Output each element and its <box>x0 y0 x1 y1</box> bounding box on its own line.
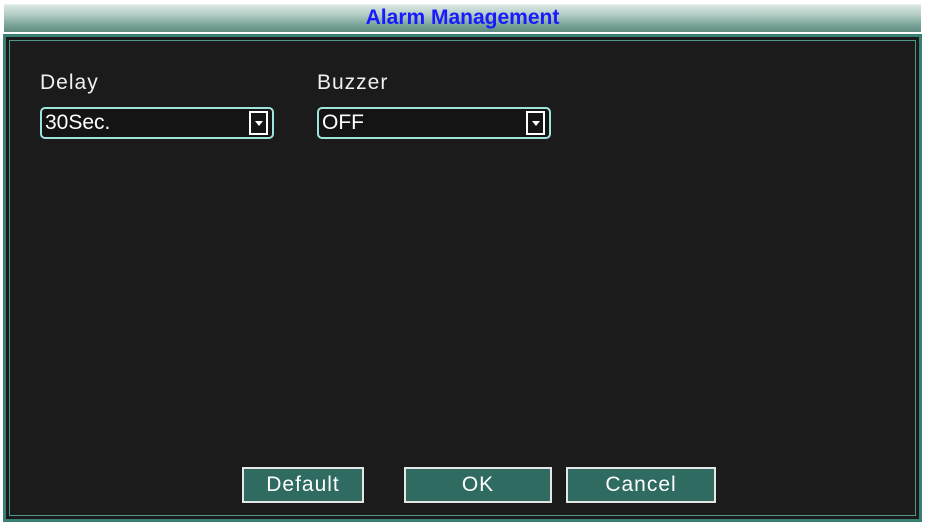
window-title: Alarm Management <box>365 6 560 29</box>
title-bar: Alarm Management <box>4 4 921 32</box>
default-button[interactable]: Default <box>242 467 364 503</box>
buzzer-select-value: OFF <box>322 111 364 134</box>
chevron-down-icon[interactable] <box>526 111 545 135</box>
cancel-button[interactable]: Cancel <box>566 467 716 503</box>
buzzer-label: Buzzer <box>317 71 389 94</box>
chevron-down-icon[interactable] <box>249 111 268 135</box>
delay-select[interactable]: 30Sec. <box>40 107 274 139</box>
delay-select-value: 30Sec. <box>45 111 111 134</box>
buzzer-select[interactable]: OFF <box>317 107 551 139</box>
settings-panel: Delay 30Sec. Buzzer OFF Default OK Cance… <box>3 34 922 522</box>
delay-label: Delay <box>40 71 99 94</box>
alarm-management-window: Alarm Management Delay 30Sec. Buzzer OFF… <box>0 0 925 525</box>
ok-button[interactable]: OK <box>404 467 552 503</box>
